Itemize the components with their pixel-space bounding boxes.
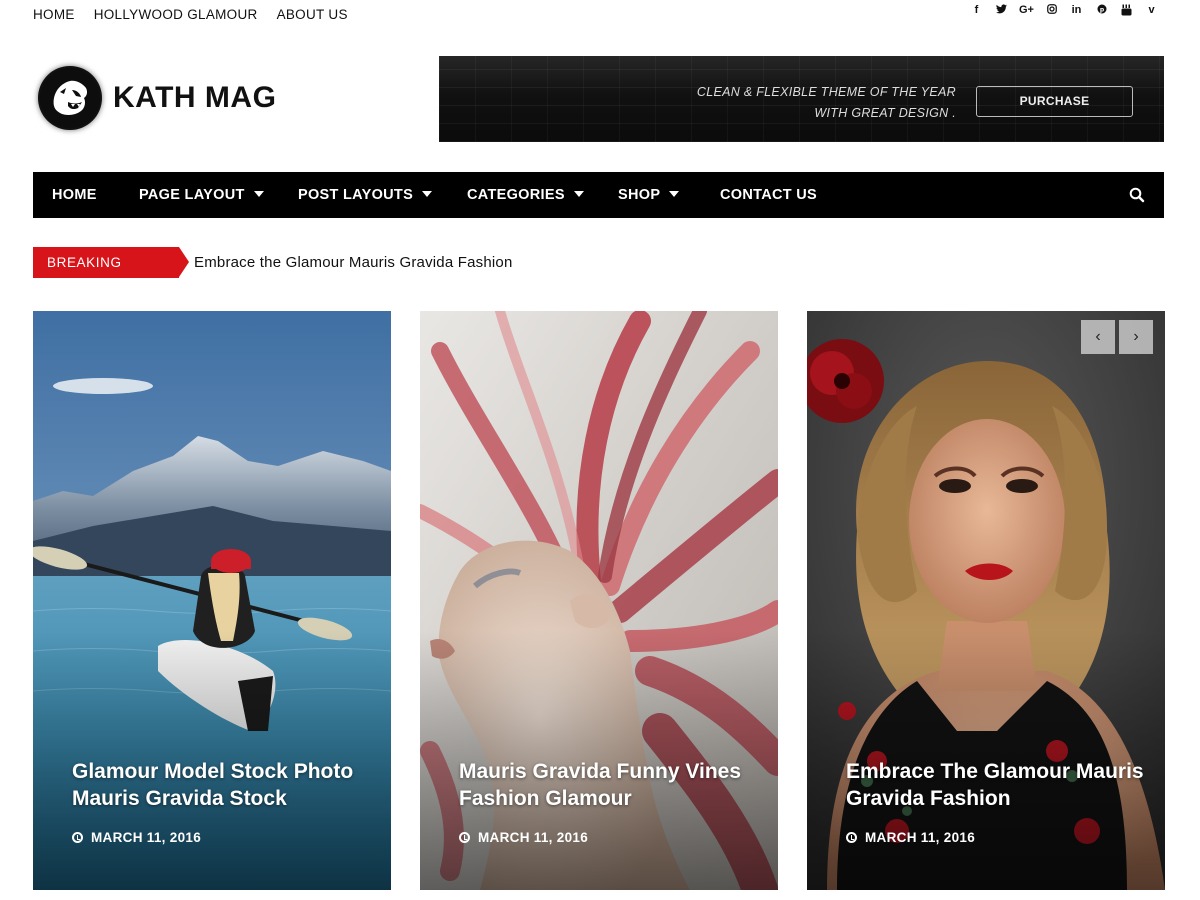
ad-banner[interactable]: CLEAN & FLEXIBLE THEME OF THE YEAR WITH … bbox=[439, 56, 1164, 142]
breaking-news-headline[interactable]: Embrace the Glamour Mauris Gravida Fashi… bbox=[194, 254, 513, 271]
post-date: MARCH 11, 2016 bbox=[72, 830, 201, 845]
featured-post-card[interactable]: ‹ › Embrace The Glamour Mauris Gravida F… bbox=[807, 311, 1165, 890]
facebook-icon[interactable]: f bbox=[964, 4, 989, 19]
caret-down-icon bbox=[669, 191, 680, 198]
post-date-text: MARCH 11, 2016 bbox=[91, 830, 201, 845]
site-logo[interactable]: KATH MAG bbox=[38, 66, 276, 130]
slider-next-button[interactable]: › bbox=[1119, 320, 1153, 354]
breaking-news-bar: BREAKING NEWS Embrace the Glamour Mauris… bbox=[33, 247, 513, 301]
post-date: MARCH 11, 2016 bbox=[459, 830, 588, 845]
social-links: f G+ in p v bbox=[964, 4, 1164, 19]
clock-icon bbox=[72, 832, 83, 843]
caret-down-icon bbox=[573, 191, 584, 198]
nav-label: HOME bbox=[52, 187, 97, 203]
search-icon[interactable] bbox=[1129, 187, 1145, 203]
twitter-icon[interactable] bbox=[989, 4, 1014, 19]
panther-logo-icon bbox=[38, 66, 102, 130]
nav-item-categories[interactable]: CATEGORIES bbox=[467, 172, 584, 218]
youtube-icon[interactable] bbox=[1114, 4, 1139, 19]
post-date-text: MARCH 11, 2016 bbox=[865, 830, 975, 845]
nav-label: CATEGORIES bbox=[467, 187, 565, 203]
clock-icon bbox=[846, 832, 857, 843]
featured-post-card[interactable]: Mauris Gravida Funny Vines Fashion Glamo… bbox=[420, 311, 778, 890]
svg-text:p: p bbox=[1099, 6, 1104, 13]
clock-icon bbox=[459, 832, 470, 843]
featured-post-card[interactable]: Glamour Model Stock Photo Mauris Gravida… bbox=[33, 311, 391, 890]
top-links: HOME HOLLYWOOD GLAMOUR ABOUT US bbox=[33, 7, 367, 22]
breaking-news-label: BREAKING NEWS bbox=[33, 247, 189, 301]
top-bar: HOME HOLLYWOOD GLAMOUR ABOUT US f G+ in … bbox=[33, 0, 1164, 30]
nav-label: CONTACT US bbox=[720, 187, 817, 203]
caret-down-icon bbox=[253, 191, 264, 198]
purchase-button[interactable]: PURCHASE bbox=[976, 86, 1133, 117]
linkedin-icon[interactable]: in bbox=[1064, 4, 1089, 19]
nav-item-contact-us[interactable]: CONTACT US bbox=[720, 172, 817, 218]
main-nav: HOME PAGE LAYOUT POST LAYOUTS CATEGORIES… bbox=[33, 172, 1164, 218]
nav-item-shop[interactable]: SHOP bbox=[618, 172, 680, 218]
instagram-icon[interactable] bbox=[1039, 4, 1064, 19]
nav-label: SHOP bbox=[618, 187, 661, 203]
slider-prev-button[interactable]: ‹ bbox=[1081, 320, 1115, 354]
post-title[interactable]: Mauris Gravida Funny Vines Fashion Glamo… bbox=[459, 758, 759, 812]
nav-item-page-layout[interactable]: PAGE LAYOUT bbox=[139, 172, 264, 218]
top-link-hollywood-glamour[interactable]: HOLLYWOOD GLAMOUR bbox=[94, 7, 258, 22]
post-date: MARCH 11, 2016 bbox=[846, 830, 975, 845]
caret-down-icon bbox=[422, 191, 433, 198]
nav-label: PAGE LAYOUT bbox=[139, 187, 245, 203]
top-link-home[interactable]: HOME bbox=[33, 7, 75, 22]
post-title[interactable]: Glamour Model Stock Photo Mauris Gravida… bbox=[72, 758, 372, 812]
banner-line-2: WITH GREAT DESIGN . bbox=[814, 106, 956, 120]
top-link-about-us[interactable]: ABOUT US bbox=[277, 7, 348, 22]
nav-item-home[interactable]: HOME bbox=[52, 172, 97, 218]
pinterest-icon[interactable]: p bbox=[1089, 4, 1114, 19]
banner-tagline: CLEAN & FLEXIBLE THEME OF THE YEAR WITH … bbox=[697, 82, 956, 124]
vimeo-icon[interactable]: v bbox=[1139, 4, 1164, 19]
nav-label: POST LAYOUTS bbox=[298, 187, 414, 203]
post-date-text: MARCH 11, 2016 bbox=[478, 830, 588, 845]
google-plus-icon[interactable]: G+ bbox=[1014, 4, 1039, 19]
site-title: KATH MAG bbox=[113, 81, 277, 114]
nav-item-post-layouts[interactable]: POST LAYOUTS bbox=[298, 172, 433, 218]
post-title[interactable]: Embrace The Glamour Mauris Gravida Fashi… bbox=[846, 758, 1146, 812]
banner-line-1: CLEAN & FLEXIBLE THEME OF THE YEAR bbox=[696, 85, 956, 99]
